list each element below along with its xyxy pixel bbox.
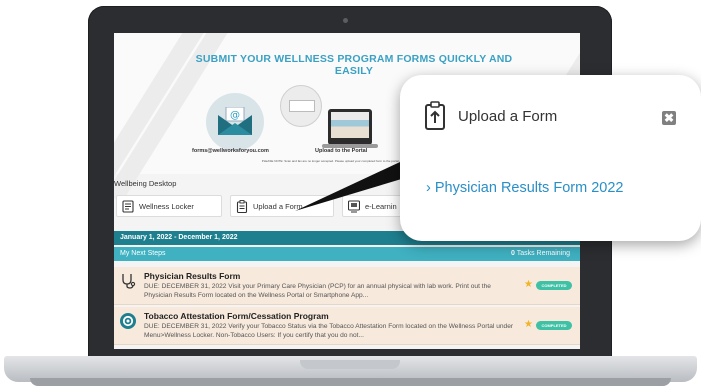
upload-form-graphic: [280, 85, 322, 127]
callout-title: Upload a Form: [458, 108, 558, 125]
svg-text:@: @: [230, 110, 240, 121]
task-name[interactable]: Physician Results Form: [144, 271, 240, 281]
tab-upload-a-form[interactable]: Upload a Form: [230, 195, 334, 217]
task-row[interactable]: Physician Results Form DUE: DECEMBER 31,…: [114, 267, 580, 305]
portal-laptop-graphic: [328, 109, 372, 145]
mini-upload-card: [289, 100, 315, 112]
chevron-right-icon: ›: [426, 180, 431, 196]
clipboard-icon: [236, 200, 248, 213]
document-icon: [122, 200, 134, 213]
status-badge: COMPLETED: [536, 281, 572, 290]
elearning-icon: [348, 200, 360, 213]
close-icon[interactable]: ✖: [662, 111, 676, 125]
next-steps-bar: My Next Steps 0 Tasks Remaining: [114, 247, 580, 261]
banner-title: SUBMIT YOUR WELLNESS PROGRAM FORMS QUICK…: [195, 53, 513, 77]
stethoscope-icon: [122, 274, 136, 289]
task-description: DUE: DECEMBER 31, 2022 Visit your Primar…: [144, 283, 491, 299]
tasks-remaining-label: Tasks Remaining: [514, 250, 570, 257]
webcam: [343, 18, 348, 23]
portal-caption: Upload to the Portal: [315, 148, 368, 154]
portal-laptop-screen: [331, 112, 369, 138]
stage: SUBMIT YOUR WELLNESS PROGRAM FORMS QUICK…: [0, 0, 701, 392]
task-name[interactable]: Tobacco Attestation Form/Cessation Progr…: [144, 311, 329, 321]
envelope-icon: @: [218, 107, 252, 135]
tab-label: Wellness Locker: [139, 201, 194, 211]
link-text: Physician Results Form 2022: [434, 180, 624, 196]
clipboard-upload-icon: [425, 101, 445, 130]
next-steps-label: My Next Steps: [120, 250, 166, 257]
email-caption: forms@wellworksforyou.com: [192, 148, 269, 154]
wellbeing-desktop-label: Wellbeing Desktop: [114, 179, 177, 188]
email-graphic: @: [206, 93, 264, 151]
physician-results-form-link[interactable]: › Physician Results Form 2022: [426, 180, 623, 196]
star-icon[interactable]: ★: [524, 279, 533, 290]
gear-icon: [120, 313, 136, 329]
task-description: DUE: DECEMBER 31, 2022 Verify your Tobac…: [144, 323, 514, 339]
tasks-remaining: 0 Tasks Remaining: [511, 250, 570, 257]
laptop-notch: [300, 360, 400, 369]
star-icon[interactable]: ★: [524, 319, 533, 330]
upload-form-callout: Upload a Form ✖ › Physician Results Form…: [400, 75, 701, 241]
laptop-base-bottom: [30, 378, 671, 386]
tab-label: Upload a Form: [253, 201, 303, 211]
task-row[interactable]: Tobacco Attestation Form/Cessation Progr…: [114, 307, 580, 345]
tab-wellness-locker[interactable]: Wellness Locker: [116, 195, 222, 217]
status-badge: COMPLETED: [536, 321, 572, 330]
tab-label: e-Learnin: [365, 201, 397, 211]
